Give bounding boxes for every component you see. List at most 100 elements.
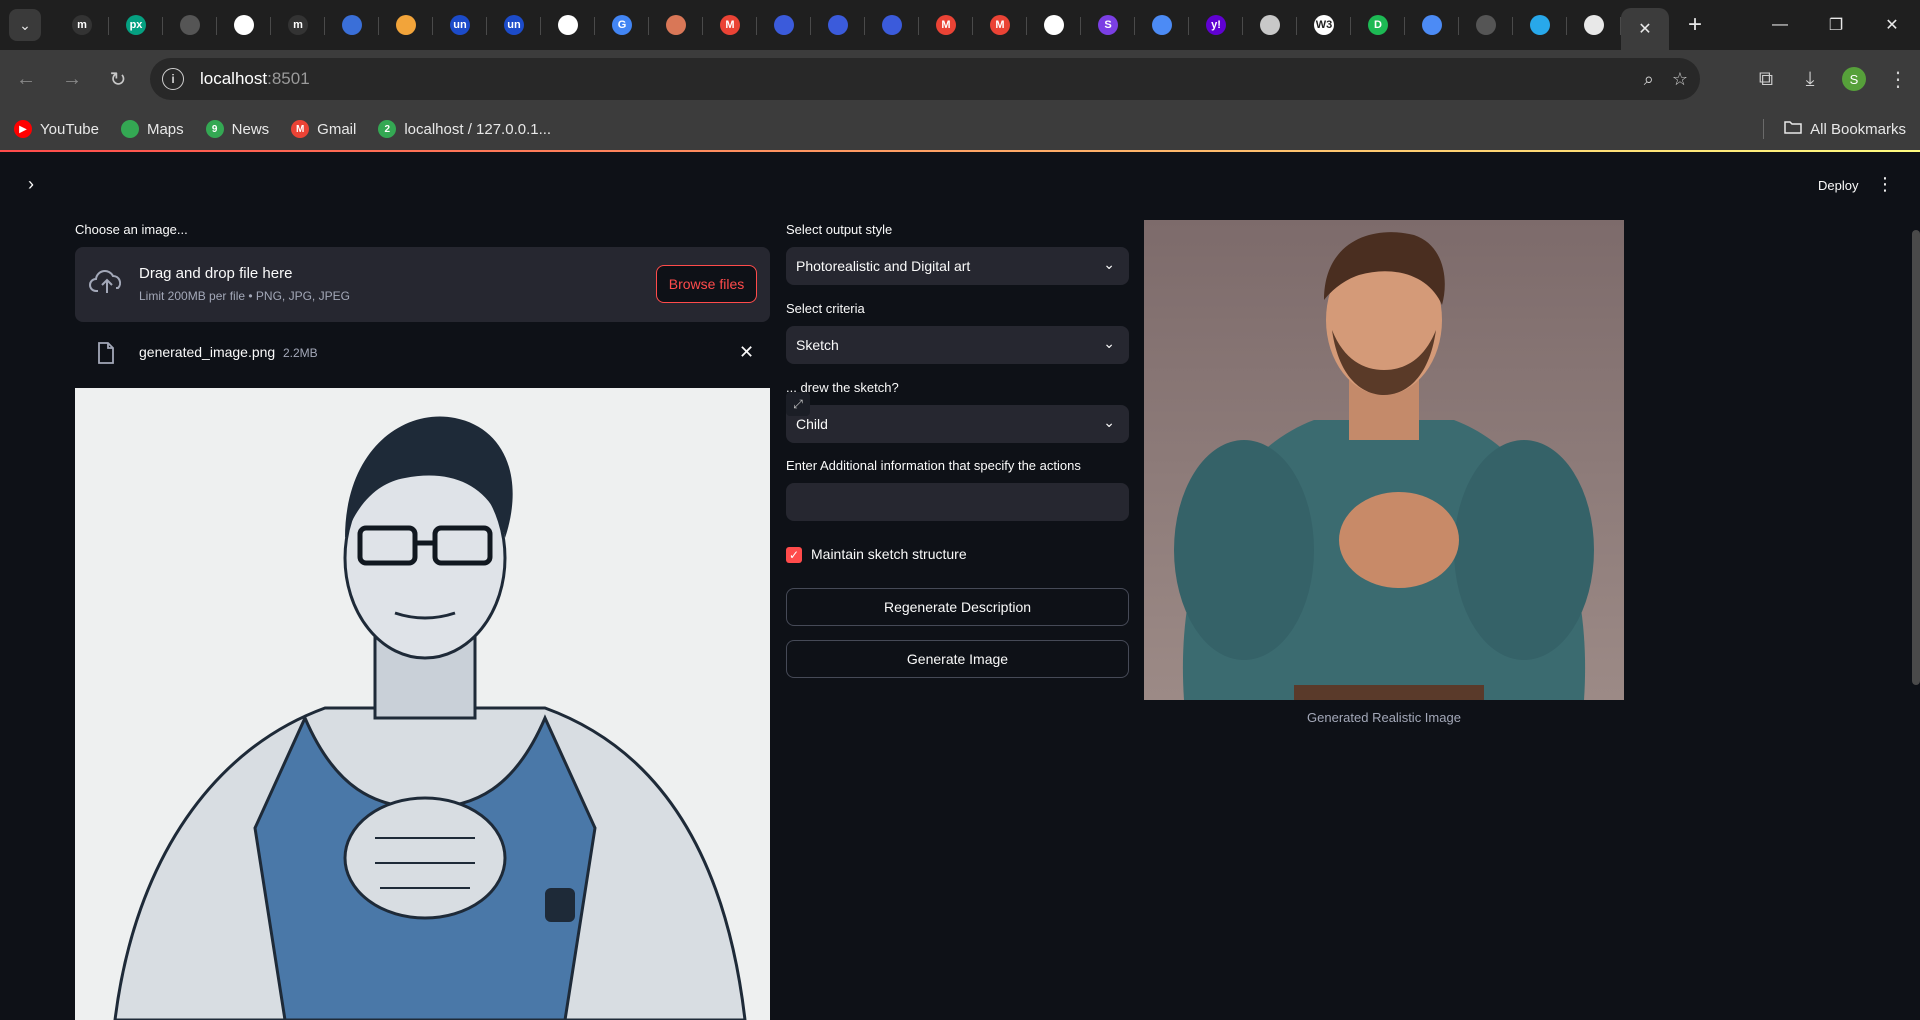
bookmark-label: News — [231, 120, 270, 138]
close-window-button[interactable]: ✕ — [1864, 0, 1920, 50]
tab-search-button[interactable]: ⌄ — [9, 9, 41, 41]
uploaded-file-row: generated_image.png 2.2MB ✕ — [75, 328, 770, 378]
browser-tab[interactable] — [1513, 5, 1567, 45]
browser-tab[interactable] — [1243, 5, 1297, 45]
main-menu-icon[interactable]: ⋮ — [1876, 174, 1894, 195]
profile-button[interactable]: S — [1832, 57, 1876, 101]
all-bookmarks-button[interactable]: All Bookmarks — [1763, 119, 1906, 139]
browser-tab[interactable]: un — [433, 5, 487, 45]
bookmark-item[interactable]: M Gmail — [291, 120, 356, 138]
browser-tab[interactable] — [1459, 5, 1513, 45]
chevron-down-icon: ⌄ — [1103, 335, 1115, 351]
remove-file-icon[interactable]: ✕ — [739, 342, 754, 363]
criteria-label: Select criteria — [786, 301, 865, 316]
scrollbar[interactable] — [1912, 230, 1920, 685]
kotlin-icon — [828, 15, 848, 35]
browser-tab[interactable] — [1567, 5, 1621, 45]
folder-icon — [1784, 120, 1802, 138]
browser-tab[interactable] — [1135, 5, 1189, 45]
gmail-icon: M — [291, 120, 310, 138]
browser-tab[interactable]: D — [1351, 5, 1405, 45]
browser-tab[interactable]: M — [703, 5, 757, 45]
new-tab-button[interactable]: + — [1675, 5, 1715, 45]
browser-tab[interactable] — [811, 5, 865, 45]
browser-tab[interactable] — [1405, 5, 1459, 45]
download-icon[interactable]: ⤓ — [1788, 57, 1832, 101]
browser-tab[interactable] — [757, 5, 811, 45]
bookmark-label: Maps — [146, 120, 184, 138]
unstop-icon: un — [504, 15, 524, 35]
bookmark-star-icon[interactable]: ☆ — [1672, 69, 1688, 90]
menu-icon[interactable]: ⋮ — [1876, 57, 1920, 101]
browser-tab[interactable] — [1027, 5, 1081, 45]
browser-tab[interactable]: m — [271, 5, 325, 45]
browser-tab[interactable]: px — [109, 5, 163, 45]
claude-icon — [666, 15, 686, 35]
forward-button[interactable]: → — [52, 59, 92, 99]
output-style-label: Select output style — [786, 222, 893, 237]
output-style-select[interactable]: Photorealistic and Digital art ⌄ — [786, 247, 1129, 285]
medium-icon: m — [288, 15, 308, 35]
address-bar[interactable]: i localhost:8501 ⌕ ☆ — [150, 58, 1700, 100]
url-host: localhost — [200, 69, 268, 88]
browser-tab[interactable]: un — [487, 5, 541, 45]
chevron-down-icon: ⌄ — [19, 16, 31, 33]
site-info-icon[interactable]: i — [162, 68, 184, 90]
additional-info-input[interactable] — [786, 483, 1129, 521]
reload-button[interactable]: ↻ — [98, 59, 138, 99]
minimize-button[interactable]: — — [1752, 0, 1808, 50]
output-style-value: Photorealistic and Digital art — [796, 258, 971, 274]
browser-tab[interactable]: y! — [1189, 5, 1243, 45]
medium-icon: m — [72, 15, 92, 35]
browser-tab[interactable]: W3 — [1297, 5, 1351, 45]
browser-tab[interactable] — [163, 5, 217, 45]
generic-icon — [1476, 15, 1496, 35]
browser-tab[interactable]: M — [919, 5, 973, 45]
back-button[interactable]: ← — [6, 59, 46, 99]
extensions-icon[interactable]: ⧉ — [1744, 57, 1788, 101]
browser-tab[interactable]: S — [1081, 5, 1135, 45]
browser-tab[interactable]: M — [973, 5, 1027, 45]
criteria-select[interactable]: Sketch ⌄ — [786, 326, 1129, 364]
dropzone-limits: Limit 200MB per file • PNG, JPG, JPEG — [139, 289, 350, 303]
gmail-icon: M — [990, 15, 1010, 35]
bookmark-item[interactable]: 2 localhost / 127.0.0.1... — [378, 120, 551, 138]
restore-button[interactable]: ❐ — [1808, 0, 1864, 50]
expand-icon[interactable]: ⤢ — [786, 392, 810, 416]
bookmark-item[interactable]: 9 News — [205, 120, 270, 138]
close-icon[interactable]: ✕ — [1638, 19, 1651, 39]
browse-files-button[interactable]: Browse files — [656, 265, 757, 303]
s-icon: S — [1098, 15, 1118, 35]
chevron-down-icon: ⌄ — [1103, 414, 1115, 430]
regenerate-description-button[interactable]: Regenerate Description — [786, 588, 1129, 626]
decoration-stripe — [0, 150, 1920, 152]
avatar: S — [1842, 67, 1866, 91]
browser-tab[interactable] — [379, 5, 433, 45]
browser-tab[interactable]: G — [595, 5, 649, 45]
browser-tab[interactable] — [217, 5, 271, 45]
crown-icon — [1584, 15, 1604, 35]
maintain-structure-checkbox[interactable]: ✓ — [786, 547, 802, 563]
active-tab[interactable]: ✕ — [1621, 8, 1669, 50]
browser-tab[interactable] — [865, 5, 919, 45]
drawer-select[interactable]: Child ⌄ — [786, 405, 1129, 443]
bookmark-item[interactable]: Maps — [120, 120, 184, 138]
browser-tab[interactable] — [541, 5, 595, 45]
sidebar-toggle-icon[interactable]: › — [28, 174, 34, 195]
zoom-icon[interactable]: ⌕ — [1644, 69, 1654, 90]
generate-image-button[interactable]: Generate Image — [786, 640, 1129, 678]
bookmark-item[interactable]: ▶ YouTube — [14, 120, 99, 138]
github-icon — [558, 15, 578, 35]
browser-tab[interactable]: m — [55, 5, 109, 45]
github-icon — [1044, 15, 1064, 35]
file-dropzone[interactable]: Drag and drop file here Limit 200MB per … — [75, 247, 770, 322]
app-main: › Deploy ⋮ Choose an image... Drag and d… — [0, 150, 1920, 1020]
cloud-icon — [396, 15, 416, 35]
cloud-upload-icon — [89, 267, 125, 302]
w3schools-icon: W3 — [1314, 15, 1334, 35]
browser-tab[interactable] — [325, 5, 379, 45]
browser-toolbar: ← → ↻ i localhost:8501 ⌕ ☆ ⧉ ⤓ S ⋮ — [0, 50, 1920, 108]
unstop-icon: un — [450, 15, 470, 35]
browser-tab[interactable] — [649, 5, 703, 45]
deploy-button[interactable]: Deploy — [1818, 178, 1858, 193]
